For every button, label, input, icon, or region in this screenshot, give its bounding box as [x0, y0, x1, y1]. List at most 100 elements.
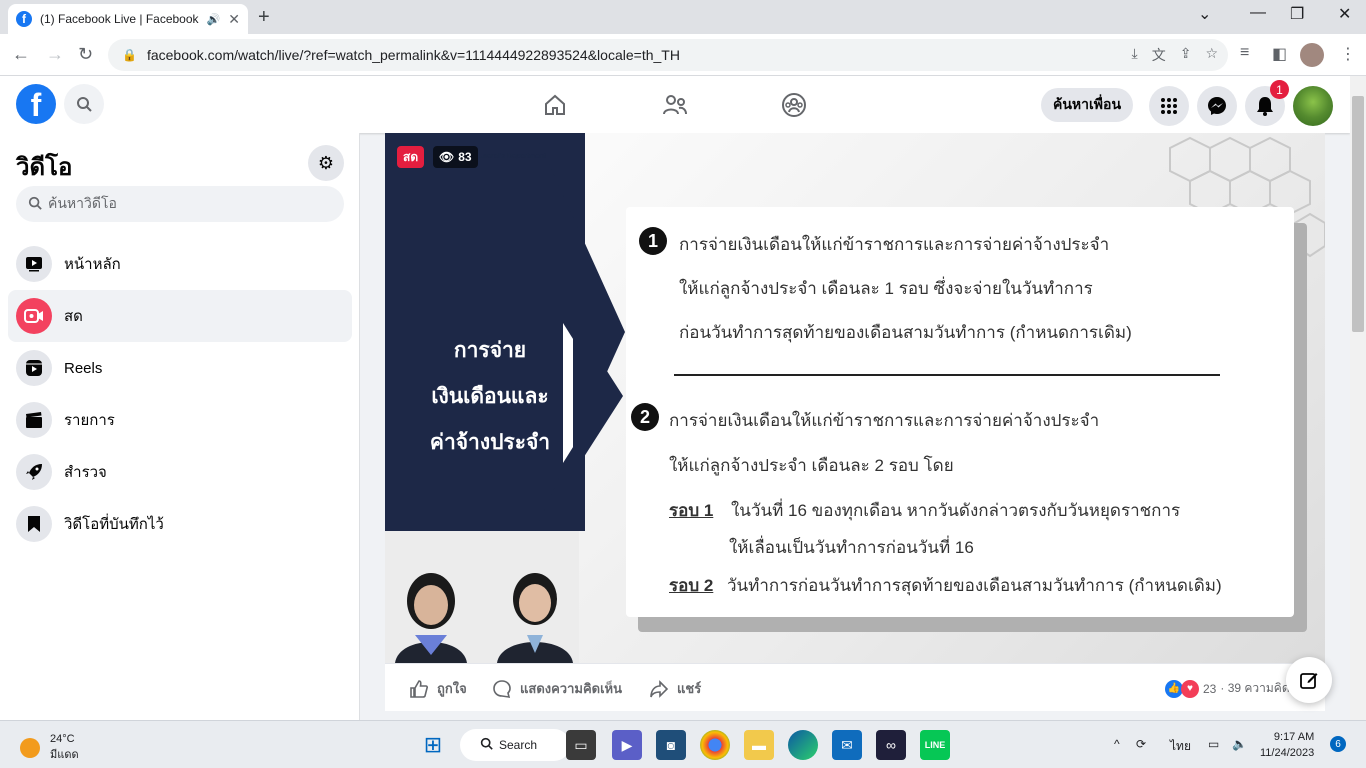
presenter-right [493, 563, 577, 663]
sidebar-item-label: สำรวจ [64, 464, 107, 481]
url-text: facebook.com/watch/live/?ref=watch_perma… [146, 47, 680, 63]
lock-icon[interactable]: 🔒 [122, 48, 137, 62]
audio-playing-icon[interactable]: 🔊 [207, 13, 221, 26]
bookmark-star-icon[interactable]: ☆ [1205, 45, 1218, 65]
system-clock[interactable]: 9:17 AM 11/24/2023 [1260, 729, 1314, 761]
reading-list-icon[interactable]: ≡ [1240, 44, 1249, 62]
settings-gear-icon[interactable]: ⚙ [308, 145, 344, 181]
play-icon [16, 246, 52, 282]
back-icon[interactable]: ← [12, 44, 30, 65]
comment-bubble-icon [493, 679, 511, 698]
tab-title: (1) Facebook Live | Facebook [40, 12, 199, 26]
show-hidden-icons[interactable]: ^ [1114, 737, 1120, 751]
video-search-input[interactable]: ค้นหาวิดีโอ [16, 186, 344, 222]
groups-icon[interactable] [779, 90, 809, 120]
account-avatar[interactable] [1293, 86, 1333, 126]
home-icon[interactable] [540, 90, 570, 120]
video-action-bar: ถูกใจ แสดงความคิดเห็น แชร์ 👍 ♥ 23 · 39 ค… [385, 663, 1325, 711]
video-sidebar: วิดีโอ ⚙ ค้นหาวิดีโอ หน้าหลัก สด Reels ร… [0, 133, 360, 720]
file-explorer-icon[interactable]: ▬ [744, 730, 774, 760]
item1-line: การจ่ายเงินเดือนให้แก่ข้าราชการและการจ่า… [679, 235, 1110, 254]
minimize-button[interactable]: — [1250, 4, 1266, 22]
presenter-left [389, 563, 473, 663]
line-app-icon[interactable]: LINE [920, 730, 950, 760]
sidebar-item-label: วิดีโอที่บันทึกไว้ [64, 516, 164, 533]
share-button[interactable]: แชร์ [649, 678, 701, 699]
screenshot-app-icon[interactable]: ◙ [656, 730, 686, 760]
browser-tab[interactable]: f (1) Facebook Live | Facebook 🔊 ✕ [8, 4, 248, 34]
rocket-icon [16, 454, 52, 490]
notification-count[interactable]: 6 [1330, 736, 1346, 752]
close-window-button[interactable]: ✕ [1338, 4, 1351, 24]
address-bar[interactable]: 🔒 facebook.com/watch/live/?ref=watch_per… [108, 39, 1228, 71]
find-friends-button[interactable]: ค้นหาเพื่อน [1041, 88, 1134, 122]
item1-line: ให้แก่ลูกจ้างประจำ เดือนละ 1 รอบ ซึ่งจะจ… [679, 279, 1093, 298]
reaction-count: 23 [1203, 681, 1217, 696]
compose-icon [1300, 673, 1318, 689]
live-video-player[interactable]: ...neral's Department การจ่าย เงินเดือนแ… [385, 133, 1325, 663]
language-indicator[interactable]: ไทย [1170, 737, 1191, 756]
taskbar-search[interactable]: Search [460, 729, 570, 761]
windows-taskbar: 24°C มีแดด ⊞ Search ▭ ▶ ◙ ▬ ✉ ∞ LINE ^ ⟳… [0, 720, 1366, 768]
browser-tab-strip: f (1) Facebook Live | Facebook 🔊 ✕ + ⌄ —… [0, 0, 1366, 34]
new-tab-button[interactable]: + [258, 6, 270, 29]
install-icon[interactable]: ⤓ [1132, 45, 1138, 65]
slide-title: การจ่าย เงินเดือนและ ค่าจ้างประจำ [429, 339, 551, 454]
sidebar-item-reels[interactable]: Reels [8, 342, 352, 394]
chrome-icon[interactable] [700, 730, 730, 760]
browser-toolbar: ← → ↻ 🔒 facebook.com/watch/live/?ref=wat… [0, 34, 1366, 76]
reload-icon[interactable]: ↻ [78, 44, 93, 65]
viewer-count: 👁 83 [433, 146, 478, 168]
search-icon [480, 737, 493, 753]
network-icon[interactable]: ▭ [1208, 737, 1219, 751]
facebook-logo[interactable]: f [16, 84, 56, 124]
forward-icon[interactable]: → [46, 44, 64, 65]
mail-icon[interactable]: ✉ [832, 730, 862, 760]
like-button[interactable]: ถูกใจ [409, 678, 467, 699]
windows-start-icon[interactable]: ⊞ [418, 730, 448, 760]
sidebar-item-label: Reels [64, 359, 103, 377]
volume-icon[interactable]: 🔈 [1232, 737, 1247, 751]
facebook-favicon-icon: f [16, 11, 32, 27]
bookmark-icon [16, 506, 52, 542]
profile-avatar[interactable] [1300, 43, 1324, 67]
item2-line: ให้แก่ลูกจ้างประจำ เดือนละ 2 รอบ โดย [669, 456, 954, 475]
live-camera-icon [16, 298, 52, 334]
webex-icon[interactable]: ∞ [876, 730, 906, 760]
task-view-icon[interactable]: ▭ [566, 730, 596, 760]
sidebar-item-saved-videos[interactable]: วิดีโอที่บันทึกไว้ [8, 498, 352, 550]
sync-icon[interactable]: ⟳ [1136, 737, 1146, 751]
share-icon[interactable]: ⇪ [1180, 45, 1192, 65]
menu-grid-icon[interactable] [1149, 86, 1189, 126]
close-tab-icon[interactable]: ✕ [228, 11, 240, 28]
round2-label: รอบ 2 [669, 576, 714, 595]
comment-button[interactable]: แสดงความคิดเห็น [492, 678, 622, 699]
sidebar-item-explore[interactable]: สำรวจ [8, 446, 352, 498]
search-icon[interactable] [64, 84, 104, 124]
slide-content-card: 1 การจ่ายเงินเดือนให้แก่ข้าราชการและการจ… [626, 207, 1294, 617]
new-message-button[interactable] [1286, 657, 1332, 703]
edge-icon[interactable] [788, 730, 818, 760]
weather-widget[interactable]: 24°C มีแดด [20, 733, 79, 763]
scrollbar-thumb[interactable] [1352, 96, 1364, 332]
menu-icon[interactable]: ⋮ [1340, 44, 1356, 64]
round1-text2: ให้เลื่อนเป็นวันทำการก่อนวันที่ 16 [729, 538, 974, 557]
facebook-header: f ค้นหาเพื่อน 1 [0, 76, 1350, 133]
side-panel-icon[interactable]: ◧ [1272, 44, 1287, 64]
clapperboard-icon [16, 402, 52, 438]
translate-icon[interactable]: 文 [1152, 45, 1166, 65]
friends-icon[interactable] [660, 90, 690, 120]
sidebar-item-live[interactable]: สด [8, 290, 352, 342]
restore-button[interactable]: ❐ [1290, 4, 1304, 24]
teams-icon[interactable]: ▶ [612, 730, 642, 760]
item2-line: การจ่ายเงินเดือนให้แก่ข้าราชการและการจ่า… [669, 411, 1100, 430]
sidebar-item-home[interactable]: หน้าหลัก [8, 238, 352, 290]
messenger-icon[interactable] [1197, 86, 1237, 126]
item-number-2: 2 [631, 403, 659, 431]
sidebar-item-shows[interactable]: รายการ [8, 394, 352, 446]
round2-text: วันทำการก่อนวันทำการสุดท้ายของเดือนสามวั… [727, 576, 1222, 595]
thumbs-up-icon [410, 679, 428, 698]
reactions-summary[interactable]: 👍 ♥ 23 · 39 ความคิด [1165, 679, 1290, 698]
tab-search-icon[interactable]: ⌄ [1198, 4, 1211, 24]
sidebar-title: วิดีโอ [16, 154, 73, 181]
